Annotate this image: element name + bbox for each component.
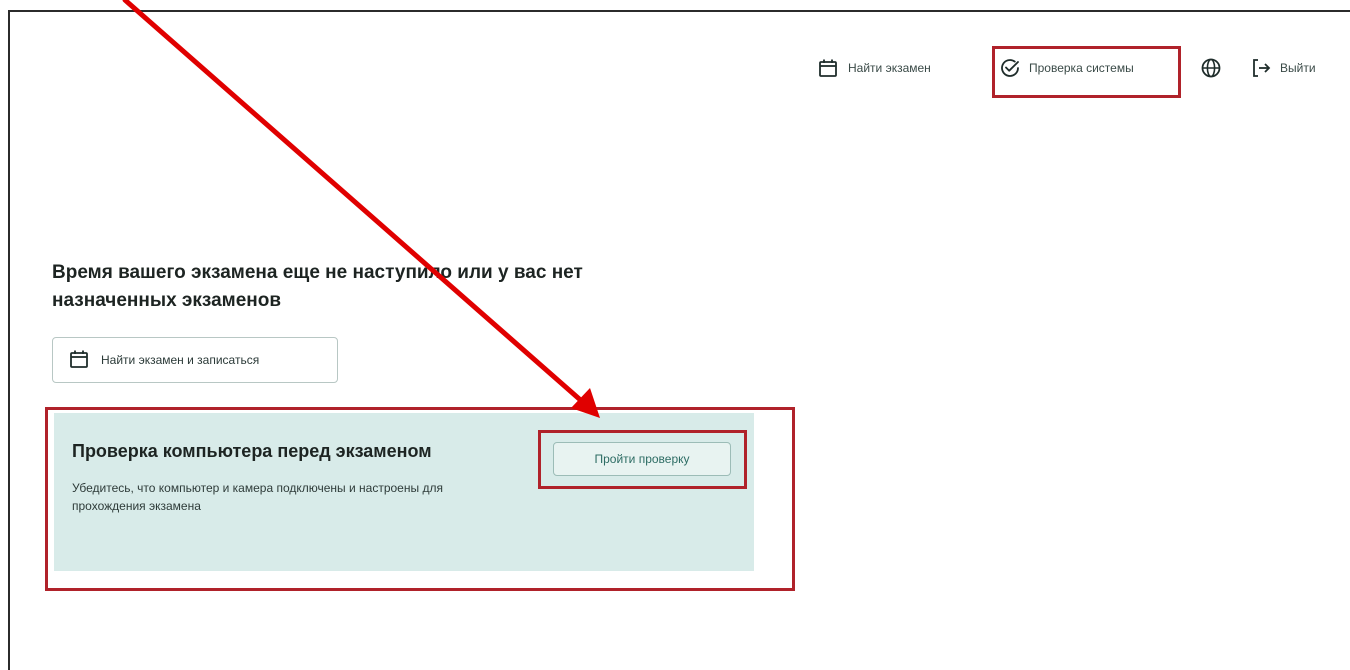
nav-logout[interactable]: Выйти xyxy=(1250,52,1316,84)
nav-find-exam[interactable]: Найти экзамен xyxy=(818,52,931,84)
find-and-register-label: Найти экзамен и записаться xyxy=(101,353,260,367)
find-and-register-button[interactable]: Найти экзамен и записаться xyxy=(52,337,338,383)
page-headline: Время вашего экзамена еще не наступило и… xyxy=(52,262,583,311)
calendar-icon xyxy=(818,58,838,78)
nav-language[interactable] xyxy=(1200,52,1222,84)
card-description: Убедитесь, что компьютер и камера подклю… xyxy=(72,481,443,513)
calendar-icon xyxy=(69,349,89,372)
logout-icon xyxy=(1250,57,1272,79)
start-check-button[interactable]: Пройти проверку xyxy=(553,442,731,476)
globe-icon xyxy=(1200,57,1222,79)
nav-system-check-label: Проверка системы xyxy=(1029,61,1134,75)
check-circle-icon xyxy=(999,57,1021,79)
nav-logout-label: Выйти xyxy=(1280,61,1316,75)
computer-check-card: Проверка компьютера перед экзаменом Убед… xyxy=(54,413,754,571)
nav-system-check[interactable]: Проверка системы xyxy=(999,52,1134,84)
nav-find-exam-label: Найти экзамен xyxy=(848,61,931,75)
card-title: Проверка компьютера перед экзаменом xyxy=(72,441,432,461)
